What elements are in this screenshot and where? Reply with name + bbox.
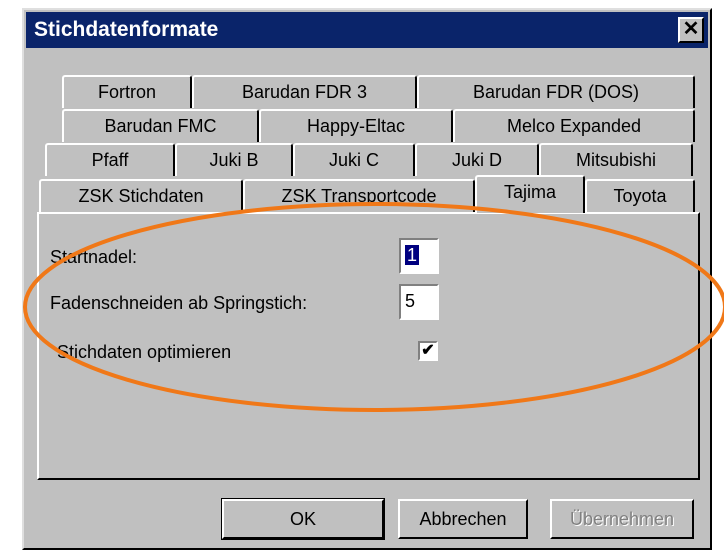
startnadel-input[interactable]: 1 (399, 238, 439, 274)
ok-button[interactable]: OK (221, 498, 385, 540)
close-button[interactable]: ✕ (678, 17, 704, 43)
checkmark-icon: ✔ (421, 342, 435, 359)
optimieren-checkbox[interactable]: ✔ (418, 341, 438, 361)
tab-juki-d[interactable]: Juki D (415, 143, 539, 176)
cancel-button[interactable]: Abbrechen (398, 499, 528, 539)
tab-tajima[interactable]: Tajima (475, 175, 585, 213)
tab-juki-c[interactable]: Juki C (293, 143, 415, 176)
faden-input[interactable]: 5 (399, 284, 439, 320)
apply-button[interactable]: Übernehmen (550, 499, 694, 539)
tab-fortron[interactable]: Fortron (62, 75, 192, 108)
tab-zsk-transportcode[interactable]: ZSK Transportcode (243, 179, 475, 212)
tab-barudan-fdr3[interactable]: Barudan FDR 3 (192, 75, 417, 108)
tab-zsk-stichdaten[interactable]: ZSK Stichdaten (39, 179, 243, 212)
tab-barudan-fdr-dos[interactable]: Barudan FDR (DOS) (417, 75, 695, 108)
faden-label: Fadenschneiden ab Springstich: (50, 293, 308, 313)
startnadel-label: Startnadel: (50, 247, 138, 267)
tab-barudan-fmc[interactable]: Barudan FMC (62, 109, 259, 142)
tab-melco-expanded[interactable]: Melco Expanded (453, 109, 695, 142)
optimieren-label: Stichdaten optimieren (57, 342, 232, 362)
tab-mitsubishi[interactable]: Mitsubishi (539, 143, 693, 176)
tab-pfaff[interactable]: Pfaff (45, 143, 175, 176)
tab-juki-b[interactable]: Juki B (175, 143, 293, 176)
close-icon: ✕ (682, 18, 700, 40)
title-bar: Stichdatenformate ✕ (26, 12, 708, 48)
tab-toyota[interactable]: Toyota (585, 179, 695, 212)
tab-happy-eltac[interactable]: Happy-Eltac (259, 109, 453, 142)
window-title: Stichdatenformate (34, 18, 219, 41)
